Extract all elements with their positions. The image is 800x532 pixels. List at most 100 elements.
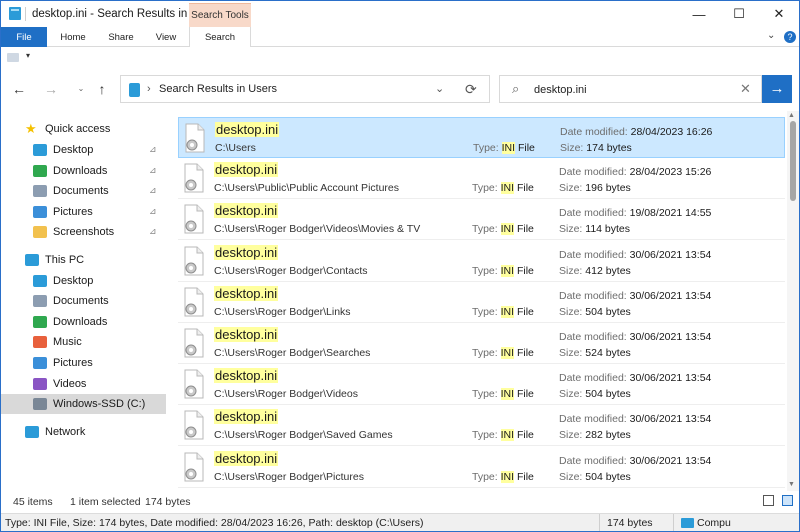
result-row[interactable]: desktop.ini C:\Users\Roger Bodger\Saved G… <box>178 405 785 447</box>
result-row[interactable]: desktop.ini C:\Users\Roger Bodger\Searche… <box>178 323 785 364</box>
recent-locations-button[interactable]: ⌄ <box>71 79 91 99</box>
pictures-icon <box>33 206 47 218</box>
explorer-window: desktop.ini - Search Results in Users Se… <box>0 0 800 532</box>
date-modified: Date modified: 28/04/2023 15:26 <box>559 166 711 178</box>
details-text: Type: INI File, Size: 174 bytes, Date mo… <box>5 517 424 529</box>
search-input[interactable]: ⌕ desktop.ini ✕ <box>499 75 762 103</box>
sidebar-item-label: Network <box>45 426 86 438</box>
pictures-icon <box>33 357 47 369</box>
result-row[interactable]: desktop.ini C:\Users\Public\Public Accoun… <box>178 158 785 200</box>
search-icon: ⌕ <box>512 81 520 96</box>
file-name[interactable]: desktop.ini <box>214 244 279 260</box>
sidebar-item[interactable]: Network <box>1 422 166 442</box>
close-button[interactable]: ✕ <box>759 1 799 27</box>
tab-view[interactable]: View <box>145 27 187 47</box>
sidebar-item[interactable]: Documents <box>1 291 166 311</box>
file-name[interactable]: desktop.ini <box>214 203 279 219</box>
tab-file[interactable]: File <box>1 27 47 47</box>
forward-button[interactable]: → <box>41 79 61 99</box>
size-value: 174 bytes <box>586 142 632 154</box>
file-name[interactable]: desktop.ini <box>214 409 279 425</box>
file-name[interactable]: desktop.ini <box>215 122 280 137</box>
file-type: Type: INI File <box>472 347 534 359</box>
date-value: 30/06/2021 13:54 <box>629 372 712 385</box>
date-modified: Date modified: 30/06/2021 13:54 <box>559 331 711 343</box>
address-dropdown-icon[interactable]: ⌄ <box>435 82 444 95</box>
result-row[interactable]: desktop.ini C:\Users\Roger Bodger\Videos\… <box>178 199 785 241</box>
result-row[interactable]: desktop.ini C:\Users Type: INI File Date mo… <box>178 117 785 158</box>
date-modified: Date modified: 30/06/2021 13:54 <box>559 372 711 384</box>
sidebar-item-label: Screenshots <box>53 226 115 238</box>
back-button[interactable]: ← <box>9 79 29 99</box>
folder-icon[interactable] <box>7 53 19 62</box>
search-go-button[interactable]: → <box>762 75 792 103</box>
breadcrumb[interactable]: Search Results in Users <box>159 83 277 95</box>
details-view-icon[interactable] <box>763 495 774 506</box>
result-row[interactable]: desktop.ini C:\Users\Roger Bodger\Videos T… <box>178 364 785 406</box>
maximize-button[interactable]: ☐ <box>719 1 759 27</box>
sidebar-item-label: Desktop <box>53 275 94 287</box>
sidebar-item-label: Downloads <box>53 316 108 328</box>
minimize-button[interactable]: — <box>679 1 719 27</box>
type-tail: File <box>514 429 534 442</box>
context-tab-search-tools: Search Tools <box>189 3 251 27</box>
date-label: Date modified: <box>560 126 631 138</box>
date-modified: Date modified: 19/08/2021 14:55 <box>559 207 711 219</box>
file-name[interactable]: desktop.ini <box>214 450 279 466</box>
clear-search-icon[interactable]: ✕ <box>740 81 751 97</box>
tab-share[interactable]: Share <box>98 27 144 47</box>
file-type: Type: INI File <box>472 470 534 483</box>
vertical-scrollbar[interactable]: ▲ ▼ <box>787 111 799 491</box>
file-name[interactable]: desktop.ini <box>214 162 279 178</box>
type-tail: File <box>514 347 534 359</box>
scrollbar-thumb[interactable] <box>790 121 796 201</box>
pc-icon <box>25 254 39 266</box>
file-icon <box>9 7 21 20</box>
settings-file-icon <box>184 204 204 234</box>
customize-toolbar-icon[interactable]: ▾ <box>26 51 30 60</box>
size-value: 282 bytes <box>585 429 631 442</box>
date-modified: Date modified: 30/06/2021 13:54 <box>559 413 711 425</box>
file-name[interactable]: desktop.ini <box>214 285 279 301</box>
help-icon[interactable]: ? <box>784 31 796 43</box>
scroll-up-icon[interactable]: ▲ <box>788 112 795 119</box>
result-row[interactable]: desktop.ini C:\Users\Roger Bodger\Picture… <box>178 447 785 488</box>
sidebar-item-label: Quick access <box>45 123 111 135</box>
sidebar-item[interactable]: Pictures <box>1 353 166 373</box>
date-value: 28/04/2023 16:26 <box>630 126 713 138</box>
desktop-folder-icon <box>33 144 47 156</box>
result-row[interactable]: desktop.ini C:\Users\Roger Bodger\Links Ty… <box>178 282 785 323</box>
file-name[interactable]: desktop.ini <box>214 368 279 384</box>
tab-home[interactable]: Home <box>49 27 97 47</box>
file-name[interactable]: desktop.ini <box>214 327 279 342</box>
file-path: C:\Users\Roger Bodger\Videos <box>214 388 358 401</box>
sidebar-item[interactable]: This PC <box>1 250 166 270</box>
size-value: 504 bytes <box>585 470 631 483</box>
type-highlight: INI <box>500 388 515 401</box>
date-value: 30/06/2021 13:54 <box>629 331 712 343</box>
content-view-icon[interactable] <box>782 495 793 506</box>
sidebar-item[interactable]: Screenshots ⊿ <box>1 222 166 242</box>
address-bar[interactable]: › Search Results in Users ⌄ ⟳ <box>120 75 490 103</box>
sidebar-item[interactable]: Pictures ⊿ <box>1 202 166 222</box>
sidebar-item[interactable]: Music <box>1 332 166 352</box>
result-row[interactable]: desktop.ini C:\Users\Roger Bodger\Contact… <box>178 241 785 282</box>
search-query[interactable]: desktop.ini <box>534 84 587 96</box>
sidebar-item[interactable]: Desktop <box>1 271 166 291</box>
file-path: C:\Users\Roger Bodger\Contacts <box>214 264 368 277</box>
expand-ribbon-icon[interactable]: ⌄ <box>767 30 775 41</box>
sidebar-item[interactable]: Documents ⊿ <box>1 181 166 201</box>
sidebar-item[interactable]: ★ Quick access <box>1 119 166 139</box>
documents-icon <box>33 295 47 307</box>
sidebar-item[interactable]: Downloads ⊿ <box>1 161 166 181</box>
tab-search[interactable]: Search <box>189 27 251 47</box>
sidebar-item[interactable]: Videos <box>1 374 166 394</box>
up-button[interactable]: ↑ <box>92 79 112 99</box>
sidebar-item[interactable]: Desktop ⊿ <box>1 140 166 160</box>
sidebar-item[interactable]: Downloads <box>1 312 166 332</box>
file-size: Size: 504 bytes <box>559 388 631 400</box>
scroll-down-icon[interactable]: ▼ <box>788 481 795 488</box>
refresh-icon[interactable]: ⟳ <box>465 81 477 98</box>
sidebar-item[interactable]: Windows-SSD (C:) <box>1 394 166 414</box>
breadcrumb-chevron-icon[interactable]: › <box>147 83 151 95</box>
